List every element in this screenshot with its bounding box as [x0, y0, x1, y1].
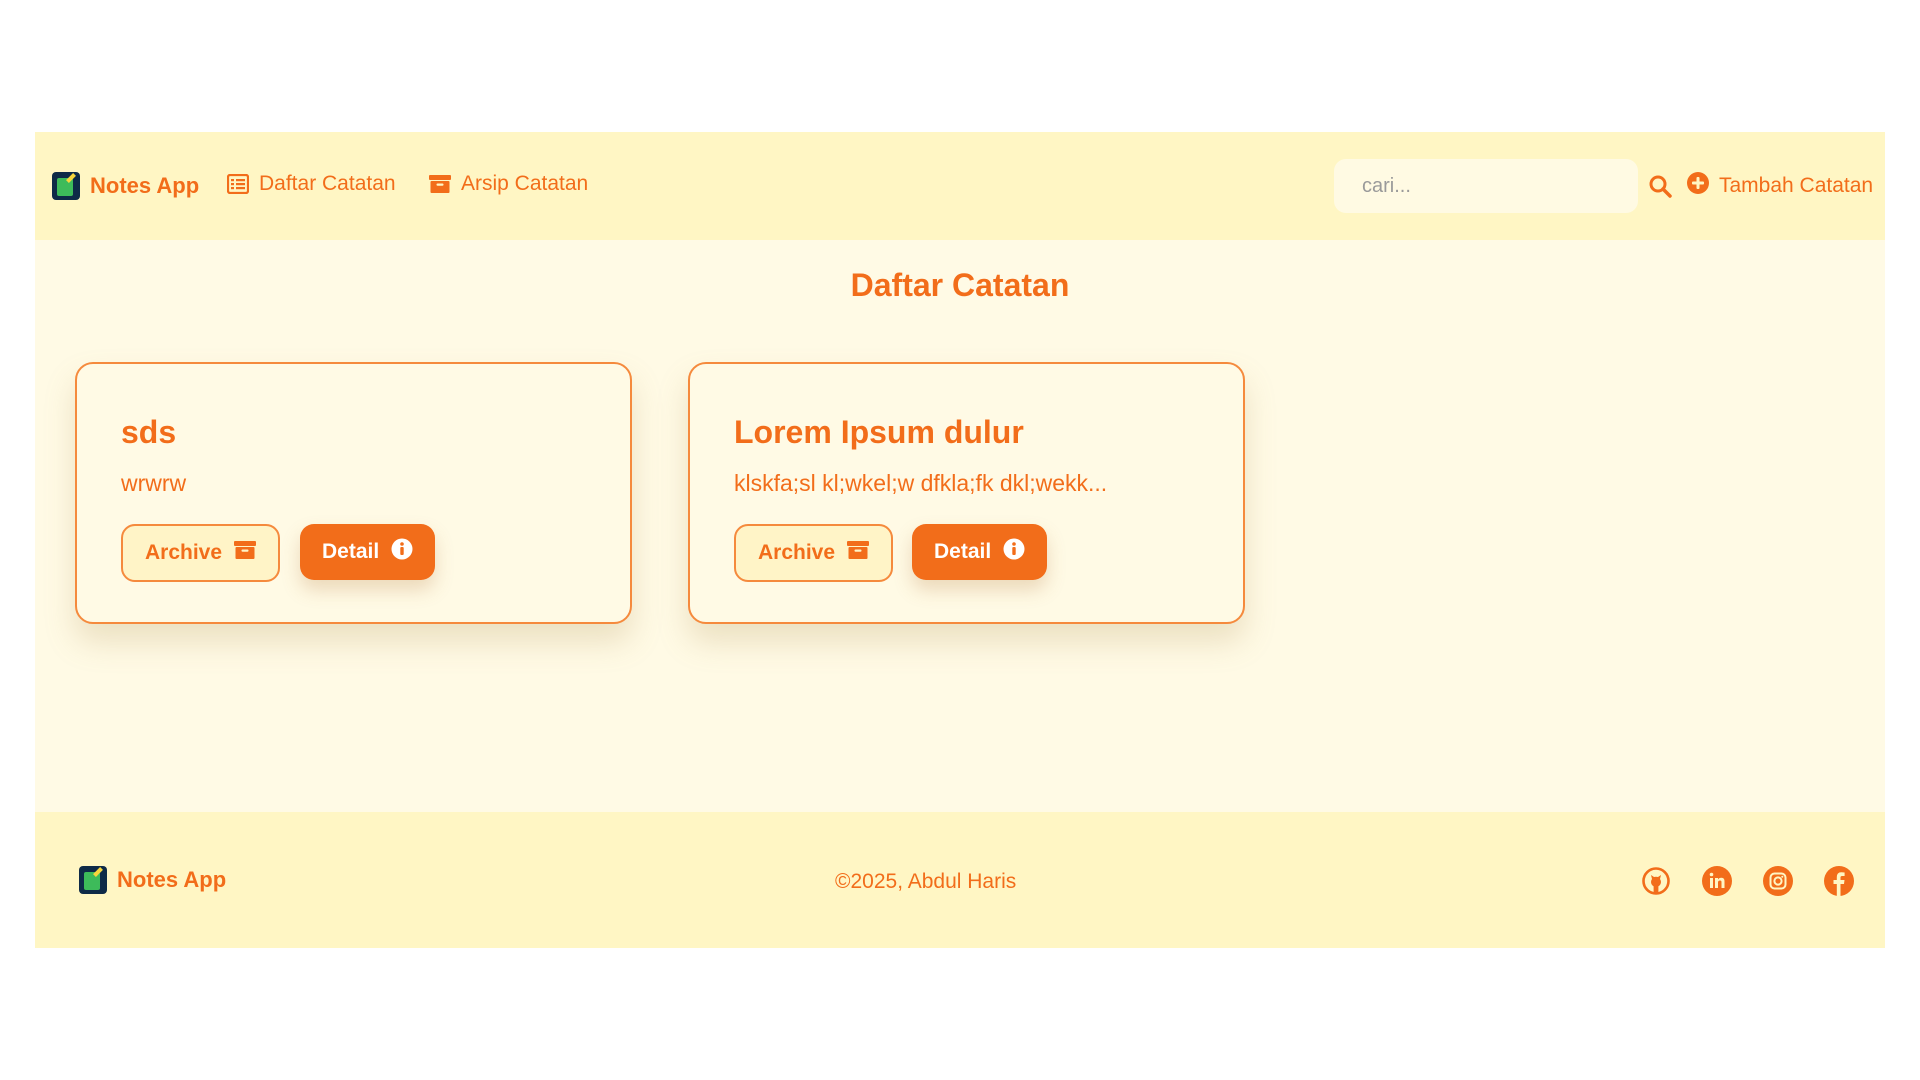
archive-button-label: Archive [758, 541, 836, 564]
plus-circle-icon [1687, 172, 1709, 200]
copyright-text: ©2025, Abdul Haris [835, 870, 1017, 893]
detail-button-label: Detail [934, 540, 992, 563]
note-card: Lorem Ipsum dulur klskfa;sl kl;wkel;w df… [688, 362, 1245, 624]
nav-arsip-catatan[interactable]: Arsip Catatan [429, 172, 588, 196]
archive-box-icon [429, 174, 451, 194]
note-body: klskfa;sl kl;wkel;w dfkla;fk dkl;wekk... [734, 470, 1108, 496]
note-body: wrwrw [121, 470, 187, 496]
notes-logo-icon [52, 172, 80, 200]
note-card: sds wrwrw Archive Detail [75, 362, 632, 624]
nav-arsip-catatan-label: Arsip Catatan [461, 172, 589, 195]
github-icon[interactable] [1641, 866, 1671, 896]
archive-button-label: Archive [145, 541, 223, 564]
brand-link[interactable]: Notes App [52, 172, 199, 200]
note-title: sds [121, 414, 177, 450]
footer: Notes App ©2025, Abdul Haris [35, 812, 1885, 948]
facebook-icon[interactable] [1824, 866, 1854, 896]
detail-button[interactable]: Detail [912, 524, 1048, 580]
page-title: Daftar Catatan [850, 267, 1070, 303]
footer-brand-link[interactable]: Notes App [79, 866, 226, 894]
list-icon [227, 174, 249, 194]
footer-brand-name: Notes App [117, 867, 227, 892]
instagram-icon[interactable] [1763, 866, 1793, 896]
detail-button[interactable]: Detail [300, 524, 436, 580]
navbar: Notes App Daftar Catatan Arsip Catatan c… [35, 132, 1885, 240]
archive-box-icon [847, 540, 870, 566]
info-icon [1003, 538, 1025, 566]
app-frame: Notes App Daftar Catatan Arsip Catatan c… [35, 132, 1885, 948]
search-input[interactable] [1334, 159, 1638, 213]
add-note-link[interactable]: Tambah Catatan [1687, 172, 1873, 200]
archive-button[interactable]: Archive [121, 524, 281, 582]
detail-button-label: Detail [322, 540, 380, 563]
nav-daftar-catatan[interactable]: Daftar Catatan [227, 172, 396, 196]
note-title: Lorem Ipsum dulur [734, 414, 1024, 450]
add-note-label: Tambah Catatan [1719, 174, 1874, 197]
brand-name: Notes App [90, 173, 200, 198]
linkedin-icon[interactable] [1702, 866, 1732, 896]
info-icon [391, 538, 413, 566]
notes-logo-icon [79, 866, 107, 894]
archive-button[interactable]: Archive [734, 524, 894, 582]
nav-daftar-catatan-label: Daftar Catatan [259, 172, 396, 195]
archive-box-icon [234, 540, 257, 566]
search-icon[interactable] [1648, 174, 1672, 203]
